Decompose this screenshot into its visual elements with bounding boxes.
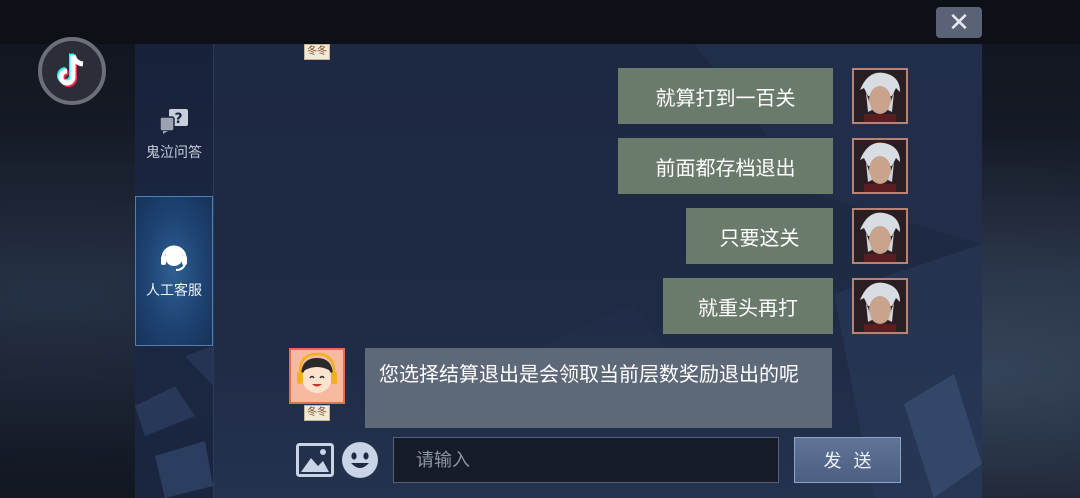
sidebar-item-label: 鬼泣问答 — [146, 145, 202, 161]
user-avatar — [852, 138, 908, 194]
user-message-bubble: 前面都存档退出 — [618, 138, 833, 194]
user-avatar — [852, 208, 908, 264]
agent-avatar — [289, 348, 345, 404]
user-message-bubble: 就重头再打 — [663, 278, 833, 334]
send-button[interactable]: 发送 — [794, 437, 901, 483]
headset-icon — [159, 242, 189, 276]
question-bubble-icon: ? — [159, 108, 189, 138]
image-icon[interactable] — [296, 443, 334, 477]
user-message-bubble: 就算打到一百关 — [618, 68, 833, 124]
close-button[interactable]: ✕ — [936, 7, 982, 38]
agent-nickname-tag: 冬冬 — [304, 405, 330, 421]
sidebar-item-ghost-qa[interactable]: ? 鬼泣问答 — [135, 80, 213, 190]
message-text: 只要这关 — [719, 225, 800, 250]
emoji-icon[interactable] — [341, 441, 379, 479]
message-text: 前面都存档退出 — [655, 155, 796, 180]
sidebar-item-label: 人工客服 — [146, 283, 202, 299]
message-text: 就算打到一百关 — [655, 85, 796, 110]
user-avatar — [852, 278, 908, 334]
message-text: 就重头再打 — [698, 295, 798, 320]
tiktok-icon — [38, 37, 106, 105]
agent-message-bubble: 您选择结算退出是会领取当前层数奖励退出的呢 — [365, 348, 832, 428]
agent-nickname-tag: 冬冬 — [304, 44, 330, 60]
close-icon: ✕ — [948, 7, 970, 38]
user-avatar — [852, 68, 908, 124]
user-message-bubble: 只要这关 — [686, 208, 833, 264]
sidebar-item-live-support[interactable]: 人工客服 — [135, 196, 213, 346]
top-bar — [0, 0, 1080, 44]
message-text: 您选择结算退出是会领取当前层数奖励退出的呢 — [379, 362, 799, 386]
sidebar-decoration — [135, 346, 213, 498]
message-input[interactable] — [393, 437, 779, 483]
svg-text:?: ? — [174, 111, 182, 127]
